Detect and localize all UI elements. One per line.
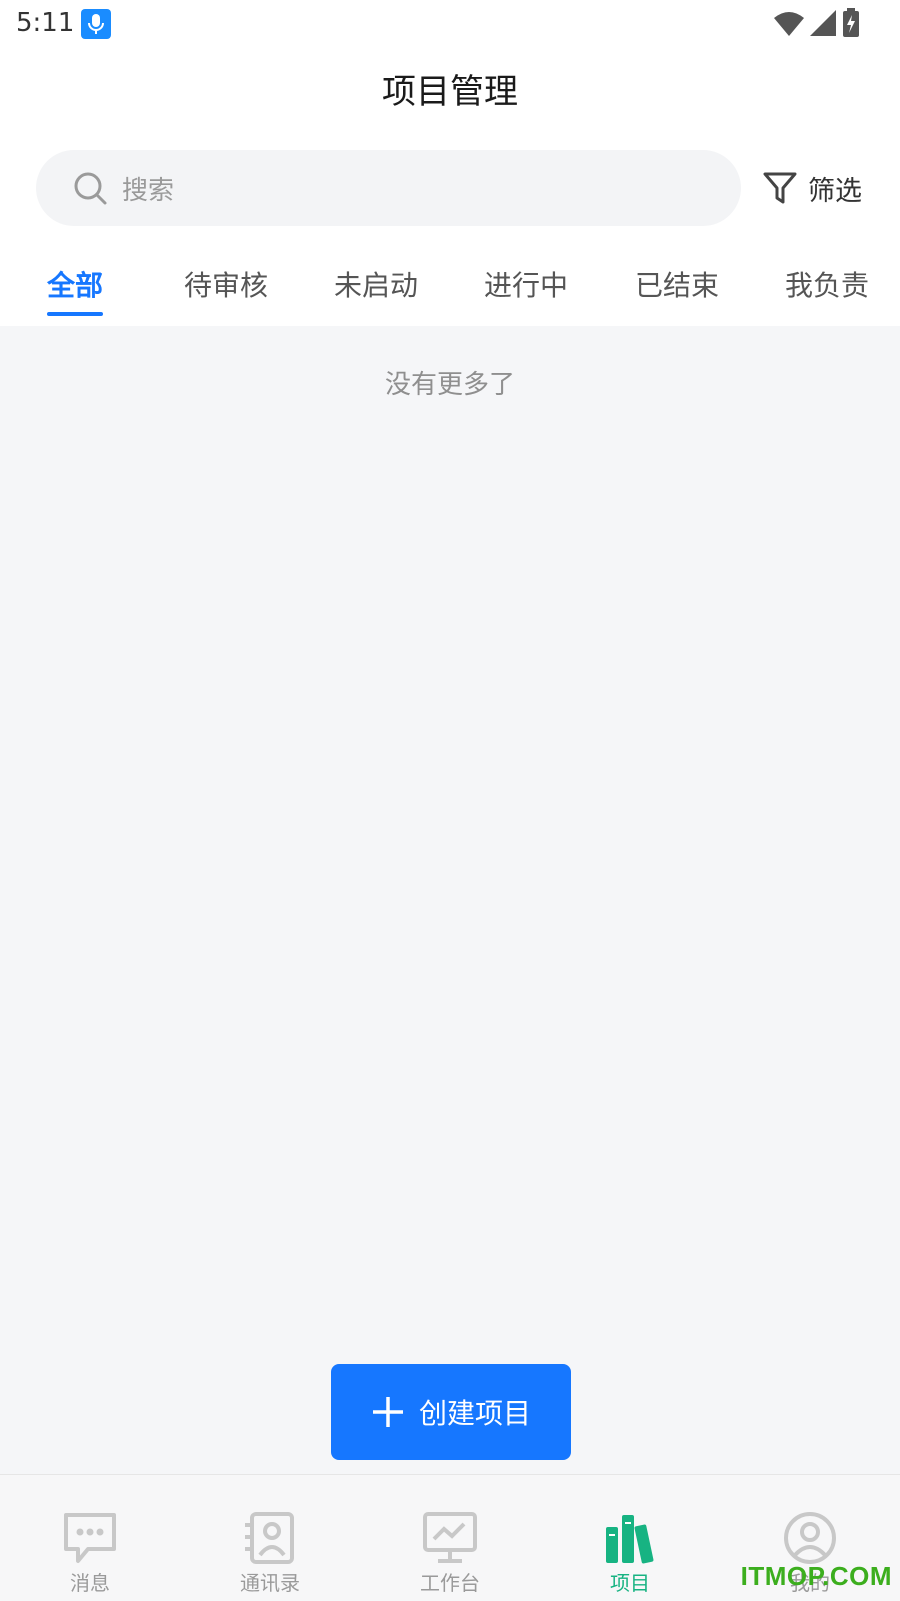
tab-all[interactable]: 全部	[47, 264, 103, 304]
nav-label-workbench: 工作台	[420, 1571, 480, 1595]
status-tabs: 全部 待审核 未启动 进行中 已结束 我负责	[0, 250, 900, 326]
nav-label-messages: 消息	[70, 1571, 110, 1595]
filter-button[interactable]: 筛选	[762, 166, 862, 210]
voice-assistant-icon	[81, 9, 111, 39]
search-input[interactable]: 搜索	[36, 150, 741, 226]
plus-icon	[372, 1397, 403, 1427]
tab-my-responsibility[interactable]: 我负责	[785, 264, 869, 304]
search-icon	[74, 172, 107, 205]
message-icon	[64, 1513, 116, 1563]
wifi-icon	[774, 12, 804, 36]
create-project-button[interactable]: 创建项目	[331, 1364, 571, 1460]
nav-item-contacts[interactable]: 通讯录	[210, 1511, 330, 1601]
workbench-icon	[423, 1512, 477, 1563]
watermark: ITMOP.COM	[740, 1561, 892, 1591]
nav-label-contacts: 通讯录	[240, 1571, 300, 1595]
active-tab-indicator	[47, 312, 103, 316]
create-project-label: 创建项目	[418, 1397, 531, 1430]
nav-label-projects: 项目	[610, 1571, 650, 1595]
status-bar: 5:11	[0, 0, 900, 48]
nav-item-messages[interactable]: 消息	[30, 1511, 150, 1601]
page-title: 项目管理	[382, 72, 518, 112]
filter-label: 筛选	[808, 175, 862, 207]
contacts-icon	[245, 1512, 294, 1564]
nav-item-workbench[interactable]: 工作台	[390, 1511, 510, 1601]
filter-icon	[763, 172, 797, 204]
tab-ended[interactable]: 已结束	[635, 264, 719, 304]
tab-not-started[interactable]: 未启动	[334, 264, 418, 304]
battery-charging-icon	[843, 8, 859, 37]
search-placeholder: 搜索	[122, 175, 175, 206]
profile-icon	[784, 1512, 836, 1564]
status-time: 5:11	[16, 8, 75, 38]
tab-in-progress[interactable]: 进行中	[484, 264, 568, 304]
project-icon	[606, 1515, 654, 1564]
cellular-signal-icon	[810, 10, 836, 36]
nav-item-projects[interactable]: 项目	[570, 1511, 690, 1601]
project-list[interactable]: 没有更多了	[0, 326, 900, 1474]
empty-list-text: 没有更多了	[384, 370, 515, 400]
tab-pending-review[interactable]: 待审核	[184, 264, 268, 304]
